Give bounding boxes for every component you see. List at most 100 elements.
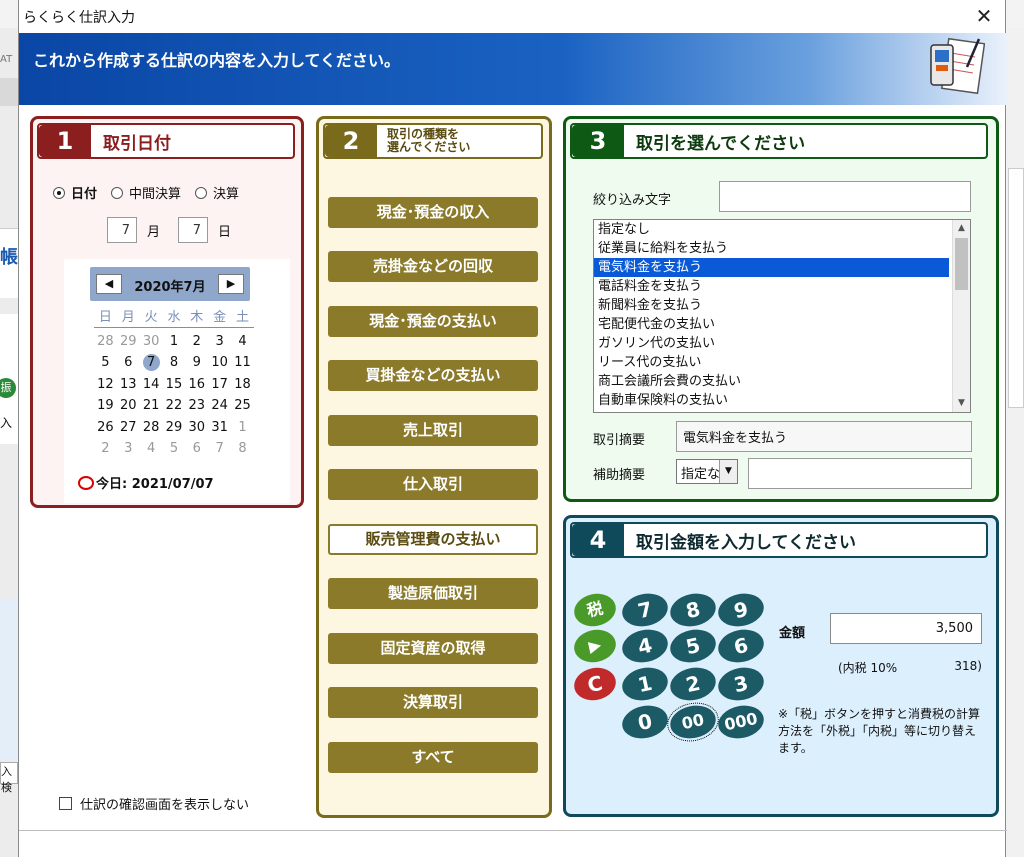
calendar-day[interactable]: 10 bbox=[208, 352, 231, 374]
list-item[interactable]: 商工会議所会費の支払い bbox=[594, 372, 949, 391]
filter-input[interactable] bbox=[719, 181, 971, 212]
calendar-day[interactable]: 1 bbox=[163, 331, 186, 353]
calendar-day[interactable]: 7 bbox=[208, 438, 231, 460]
radio-date[interactable]: 日付 bbox=[53, 183, 97, 202]
close-button[interactable]: ✕ bbox=[971, 3, 997, 29]
radio-settlement[interactable]: 決算 bbox=[195, 183, 239, 202]
type-button-closing[interactable]: 決算取引 bbox=[328, 687, 538, 718]
calendar-day[interactable]: 31 bbox=[208, 417, 231, 439]
radio-dot[interactable] bbox=[111, 186, 124, 199]
calendar-day[interactable]: 5 bbox=[94, 352, 117, 374]
calendar-day[interactable]: 9 bbox=[185, 352, 208, 374]
calendar-day[interactable]: 23 bbox=[185, 395, 208, 417]
type-button-purchase[interactable]: 仕入取引 bbox=[328, 469, 538, 500]
calendar-day[interactable]: 8 bbox=[163, 352, 186, 374]
radio-dot[interactable] bbox=[53, 186, 65, 199]
type-button-sga-payment[interactable]: 販売管理費の支払い bbox=[328, 524, 538, 555]
radio-interim-settlement[interactable]: 中間決算 bbox=[111, 183, 181, 202]
calendar-day[interactable]: 12 bbox=[94, 374, 117, 396]
key-000[interactable]: 000 bbox=[715, 701, 767, 743]
calendar-day[interactable]: 3 bbox=[117, 438, 140, 460]
calendar-day[interactable]: 26 bbox=[94, 417, 117, 439]
prev-month-button[interactable]: ◀ bbox=[96, 274, 122, 294]
calendar-day[interactable]: 3 bbox=[208, 331, 231, 353]
calendar-day[interactable]: 25 bbox=[231, 395, 254, 417]
calendar-day[interactable]: 4 bbox=[140, 438, 163, 460]
calendar-day[interactable]: 30 bbox=[185, 417, 208, 439]
list-item[interactable]: 自動車保険料の支払い bbox=[594, 391, 949, 410]
list-item[interactable]: 宅配便代金の支払い bbox=[594, 315, 949, 334]
list-item[interactable]: 電話料金を支払う bbox=[594, 277, 949, 296]
calendar-day[interactable]: 17 bbox=[208, 374, 231, 396]
calendar-day[interactable]: 11 bbox=[231, 352, 254, 374]
type-button-manufacturing-cost[interactable]: 製造原価取引 bbox=[328, 578, 538, 609]
calendar-day[interactable]: 5 bbox=[163, 438, 186, 460]
list-item[interactable]: 従業員に給料を支払う bbox=[594, 239, 949, 258]
calendar-day[interactable]: 21 bbox=[140, 395, 163, 417]
aux-summary-select[interactable]: 指定なし ▼ bbox=[676, 459, 738, 484]
calendar-day[interactable]: 6 bbox=[117, 352, 140, 374]
calendar-day[interactable]: 28 bbox=[140, 417, 163, 439]
summary-field[interactable]: 電気料金を支払う bbox=[676, 421, 972, 452]
today-link[interactable]: 今日: 2021/07/07 bbox=[78, 473, 214, 492]
list-item[interactable]: 新聞料金を支払う bbox=[594, 296, 949, 315]
scroll-up-icon[interactable]: ▲ bbox=[953, 220, 970, 237]
play-key-icon[interactable]: ▶ bbox=[571, 625, 619, 667]
skip-confirm-checkbox[interactable]: 仕訳の確認画面を表示しない bbox=[59, 794, 249, 813]
calendar-day[interactable]: 29 bbox=[117, 331, 140, 353]
type-button-cash-payment[interactable]: 現金･預金の支払い bbox=[328, 306, 538, 337]
calendar-day[interactable]: 28 bbox=[94, 331, 117, 353]
calendar-day-selected[interactable]: 7 bbox=[140, 352, 163, 374]
key-2[interactable]: 2 bbox=[667, 663, 719, 705]
key-5[interactable]: 5 bbox=[667, 625, 719, 667]
calendar-day[interactable]: 14 bbox=[140, 374, 163, 396]
list-item[interactable]: リース代の支払い bbox=[594, 353, 949, 372]
type-button-sales[interactable]: 売上取引 bbox=[328, 415, 538, 446]
key-7[interactable]: 7 bbox=[619, 589, 671, 631]
amount-input[interactable]: 3,500 bbox=[830, 613, 982, 644]
radio-dot[interactable] bbox=[195, 186, 208, 199]
clear-key[interactable]: C bbox=[571, 663, 619, 705]
type-button-payable-payment[interactable]: 買掛金などの支払い bbox=[328, 360, 538, 391]
key-4[interactable]: 4 bbox=[619, 625, 671, 667]
next-month-button[interactable]: ▶ bbox=[218, 274, 244, 294]
calendar-day[interactable]: 8 bbox=[231, 438, 254, 460]
list-scrollbar[interactable]: ▲ ▼ bbox=[952, 220, 970, 412]
transaction-list[interactable]: 指定なし 従業員に給料を支払う 電気料金を支払う 電話料金を支払う 新聞料金を支払う 宅配… bbox=[593, 219, 971, 413]
calendar-day[interactable]: 2 bbox=[185, 331, 208, 353]
calendar-day[interactable]: 29 bbox=[163, 417, 186, 439]
scroll-down-icon[interactable]: ▼ bbox=[953, 395, 970, 412]
calendar-day[interactable]: 24 bbox=[208, 395, 231, 417]
type-button-cash-income[interactable]: 現金･預金の収入 bbox=[328, 197, 538, 228]
calendar-day[interactable]: 18 bbox=[231, 374, 254, 396]
calendar-day[interactable]: 2 bbox=[94, 438, 117, 460]
list-item[interactable]: ガソリン代の支払い bbox=[594, 334, 949, 353]
month-input[interactable]: 7 bbox=[107, 217, 137, 243]
tax-key[interactable]: 税 bbox=[571, 589, 619, 631]
key-9[interactable]: 9 bbox=[715, 589, 767, 631]
calendar-day[interactable]: 15 bbox=[163, 374, 186, 396]
calendar-day[interactable]: 22 bbox=[163, 395, 186, 417]
type-button-fixed-asset[interactable]: 固定資産の取得 bbox=[328, 633, 538, 664]
list-item-selected[interactable]: 電気料金を支払う bbox=[594, 258, 949, 277]
calendar-day[interactable]: 6 bbox=[185, 438, 208, 460]
calendar-day[interactable]: 16 bbox=[185, 374, 208, 396]
calendar-day[interactable]: 4 bbox=[231, 331, 254, 353]
checkbox-box[interactable] bbox=[59, 797, 72, 810]
list-item[interactable]: 指定なし bbox=[594, 220, 949, 239]
type-button-all[interactable]: すべて bbox=[328, 742, 538, 773]
calendar-day[interactable]: 19 bbox=[94, 395, 117, 417]
calendar-day[interactable]: 20 bbox=[117, 395, 140, 417]
day-input[interactable]: 7 bbox=[178, 217, 209, 243]
key-0[interactable]: 0 bbox=[619, 701, 671, 743]
type-button-receivable-collection[interactable]: 売掛金などの回収 bbox=[328, 251, 538, 282]
key-6[interactable]: 6 bbox=[715, 625, 767, 667]
scroll-thumb[interactable] bbox=[955, 238, 968, 290]
key-3[interactable]: 3 bbox=[715, 663, 767, 705]
calendar-day[interactable]: 1 bbox=[231, 417, 254, 439]
aux-summary-input[interactable] bbox=[748, 458, 972, 489]
key-1[interactable]: 1 bbox=[619, 663, 671, 705]
calendar-day[interactable]: 30 bbox=[140, 331, 163, 353]
chevron-down-icon[interactable]: ▼ bbox=[719, 460, 737, 483]
calendar-day[interactable]: 13 bbox=[117, 374, 140, 396]
